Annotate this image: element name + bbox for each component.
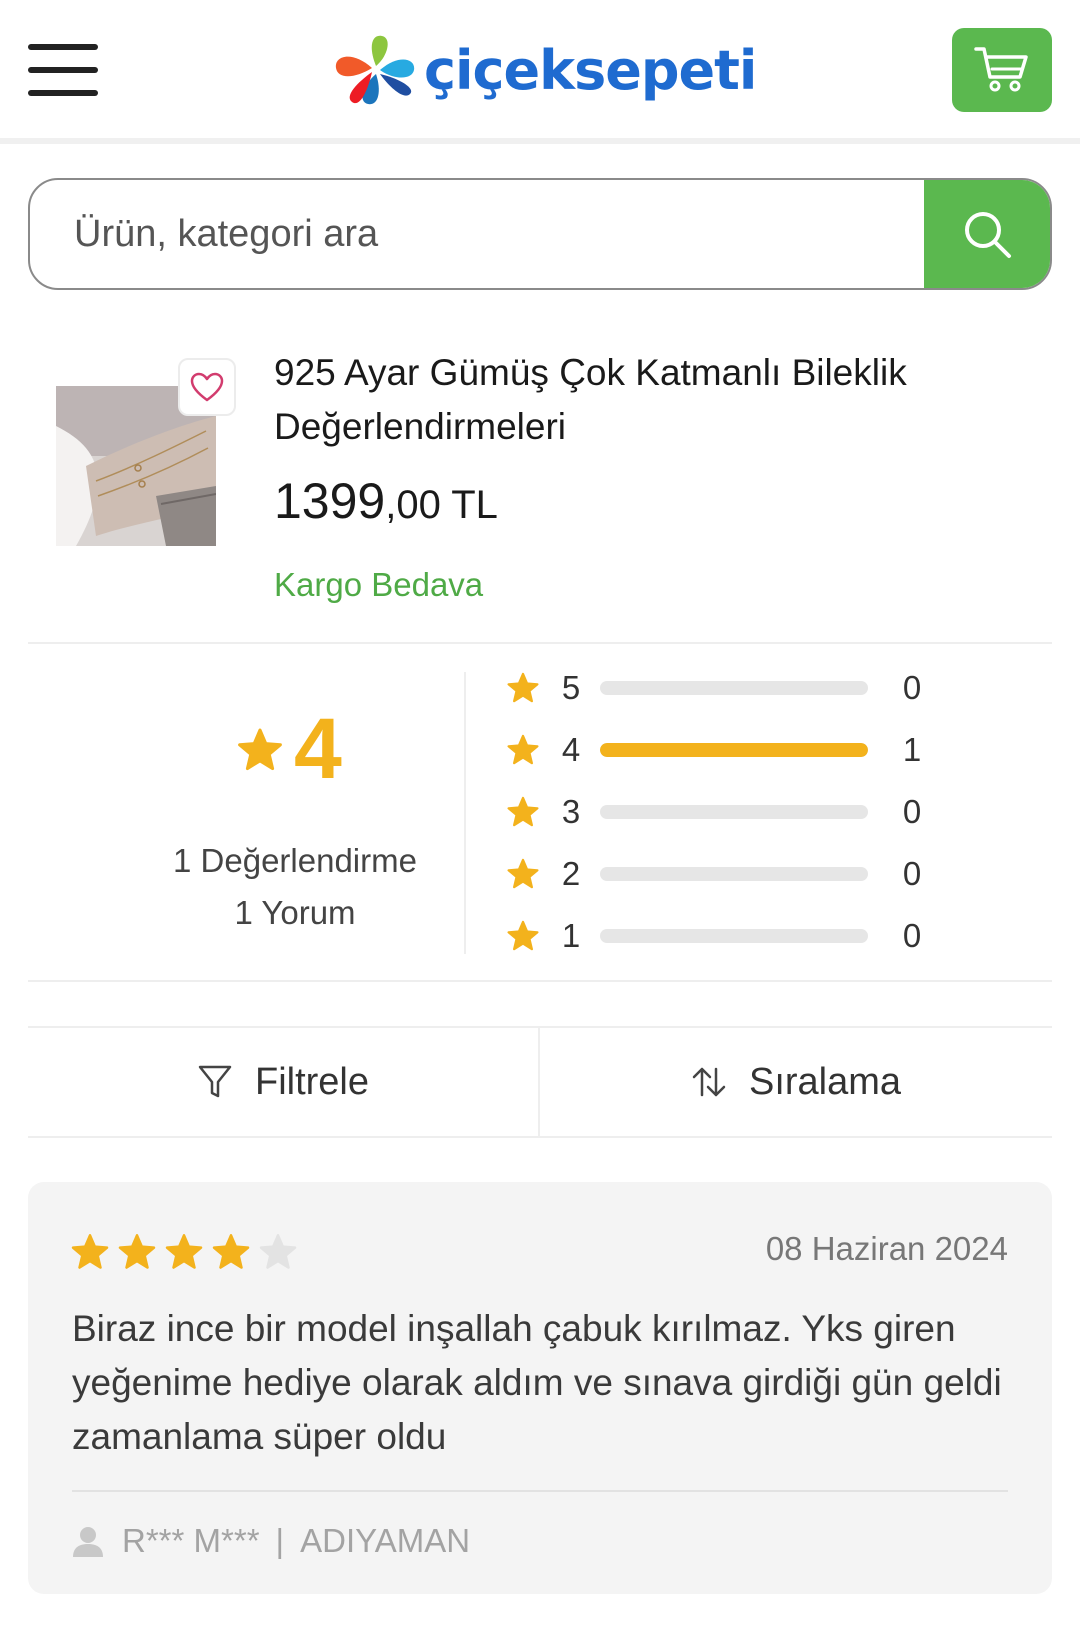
divider — [28, 980, 1052, 982]
favorite-button[interactable] — [178, 358, 236, 416]
cart-icon — [974, 47, 1028, 92]
sort-arrows-icon — [692, 1067, 726, 1097]
user-icon — [73, 1527, 103, 1557]
reviews-count: 1 Değerlendirme — [173, 842, 417, 879]
search-bar — [28, 178, 1052, 290]
rating-row-label: 5 — [561, 669, 581, 706]
reviewer-separator: | — [275, 1522, 285, 1559]
menu-icon[interactable] — [28, 44, 98, 96]
rating-row-label: 1 — [561, 917, 581, 954]
search-icon — [965, 212, 1011, 258]
product-price: 1399,00 TL — [274, 472, 498, 530]
sort-button[interactable]: Sıralama — [540, 1028, 1052, 1136]
rating-bar-track — [600, 681, 868, 695]
star-icon — [507, 796, 539, 827]
rating-row-5[interactable]: 5 0 — [506, 668, 952, 708]
star-filled-icon — [165, 1234, 203, 1269]
divider — [72, 1490, 1008, 1492]
rating-row-4[interactable]: 4 1 — [506, 730, 952, 770]
rating-bar-track — [600, 867, 868, 881]
filter-sort-bar: Filtrele Sıralama — [28, 1026, 1052, 1138]
review-star-rating — [70, 1232, 305, 1272]
star-icon — [507, 858, 539, 889]
star-icon — [507, 920, 539, 951]
rating-row-count: 1 — [902, 731, 922, 768]
search-input[interactable] — [30, 180, 926, 288]
cart-button[interactable] — [952, 28, 1052, 112]
rating-bar-fill — [600, 743, 868, 757]
average-rating-value: 4 — [294, 701, 342, 797]
star-filled-icon — [71, 1234, 109, 1269]
star-filled-icon — [212, 1234, 250, 1269]
rating-row-label: 3 — [561, 793, 581, 830]
logo-text: çiçeksepeti — [424, 38, 757, 102]
app-header: çiçeksepeti — [0, 0, 1080, 144]
reviewer-info: R*** M*** | ADIYAMAN — [72, 1522, 470, 1560]
filter-button[interactable]: Filtrele — [28, 1028, 540, 1136]
star-icon — [507, 734, 539, 765]
rating-bar-track — [600, 805, 868, 819]
star-empty-icon — [259, 1234, 297, 1269]
reviewer-city: ADIYAMAN — [300, 1522, 471, 1559]
logo[interactable]: çiçeksepeti — [332, 30, 757, 110]
heart-icon — [190, 372, 224, 402]
comments-count: 1 Yorum — [234, 894, 356, 931]
rating-row-2[interactable]: 2 0 — [506, 854, 952, 894]
rating-bar-track — [600, 743, 868, 757]
star-filled-icon — [118, 1234, 156, 1269]
logo-flower-icon — [335, 35, 415, 105]
price-decimal: ,00 TL — [385, 483, 498, 527]
rating-row-1[interactable]: 1 0 — [506, 916, 952, 956]
rating-row-3[interactable]: 3 0 — [506, 792, 952, 832]
average-rating: 4 — [236, 700, 342, 799]
rating-row-count: 0 — [902, 855, 922, 892]
star-icon — [507, 672, 539, 703]
reviewer-name: R*** M*** — [122, 1522, 260, 1559]
review-card: 08 Haziran 2024 Biraz ince bir model inş… — [28, 1182, 1052, 1594]
rating-row-count: 0 — [902, 917, 922, 954]
rating-row-label: 2 — [561, 855, 581, 892]
rating-bar-track — [600, 929, 868, 943]
sort-label: Sıralama — [748, 1060, 902, 1103]
star-icon — [238, 728, 282, 770]
divider — [464, 672, 466, 954]
filter-label: Filtrele — [254, 1060, 370, 1103]
rating-row-count: 0 — [902, 793, 922, 830]
product-title: 925 Ayar Gümüş Çok Katmanlı Bileklik Değ… — [274, 352, 907, 447]
filter-icon — [198, 1065, 232, 1098]
review-date: 08 Haziran 2024 — [765, 1230, 1008, 1267]
search-button[interactable] — [924, 180, 1050, 288]
review-text: Biraz ince bir model inşallah çabuk kırı… — [72, 1308, 1002, 1457]
divider — [28, 642, 1052, 644]
rating-row-label: 4 — [561, 731, 581, 768]
shipping-label: Kargo Bedava — [274, 566, 484, 603]
price-integer: 1399 — [274, 473, 386, 529]
rating-row-count: 0 — [902, 669, 922, 706]
